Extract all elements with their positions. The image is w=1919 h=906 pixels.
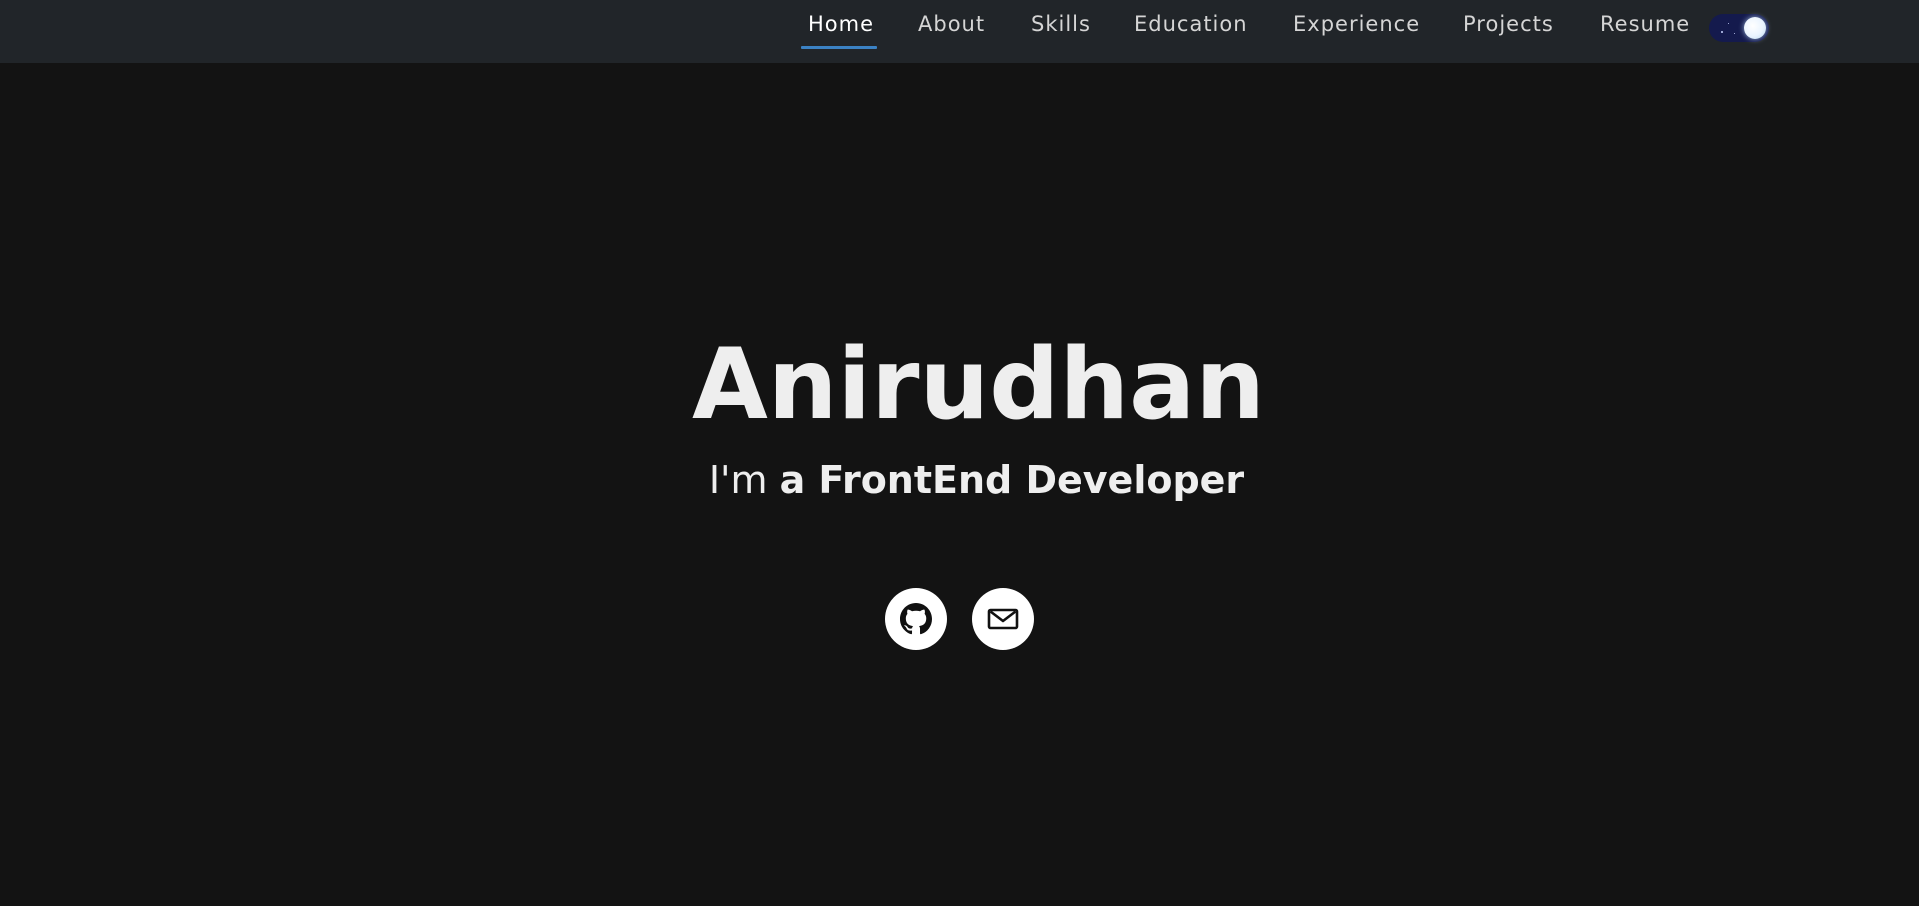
hero-name: Anirudhan [691,328,1266,442]
nav-link-education[interactable]: Education [1134,12,1248,36]
mail-icon [987,607,1019,631]
tagline-role: a FrontEnd Developer [779,458,1245,502]
email-button[interactable] [972,588,1034,650]
nav-link-experience[interactable]: Experience [1293,12,1420,36]
star-icon [1721,31,1723,33]
nav-link-skills[interactable]: Skills [1031,12,1091,36]
tagline-prefix: I'm [708,458,780,502]
nav-link-about[interactable]: About [918,12,985,36]
github-button[interactable] [885,588,947,650]
navbar: Home About Skills Education Experience P… [0,0,1919,63]
theme-toggle[interactable] [1709,14,1769,42]
github-icon [900,603,932,635]
nav-link-resume[interactable]: Resume [1600,12,1690,36]
nav-link-home[interactable]: Home [808,12,874,36]
star-icon [1734,33,1735,34]
moon-icon [1744,17,1766,39]
active-nav-indicator [801,46,877,49]
star-icon [1728,23,1729,24]
hero-tagline: I'm a FrontEnd Developer [0,455,1919,505]
nav-link-projects[interactable]: Projects [1463,12,1554,36]
